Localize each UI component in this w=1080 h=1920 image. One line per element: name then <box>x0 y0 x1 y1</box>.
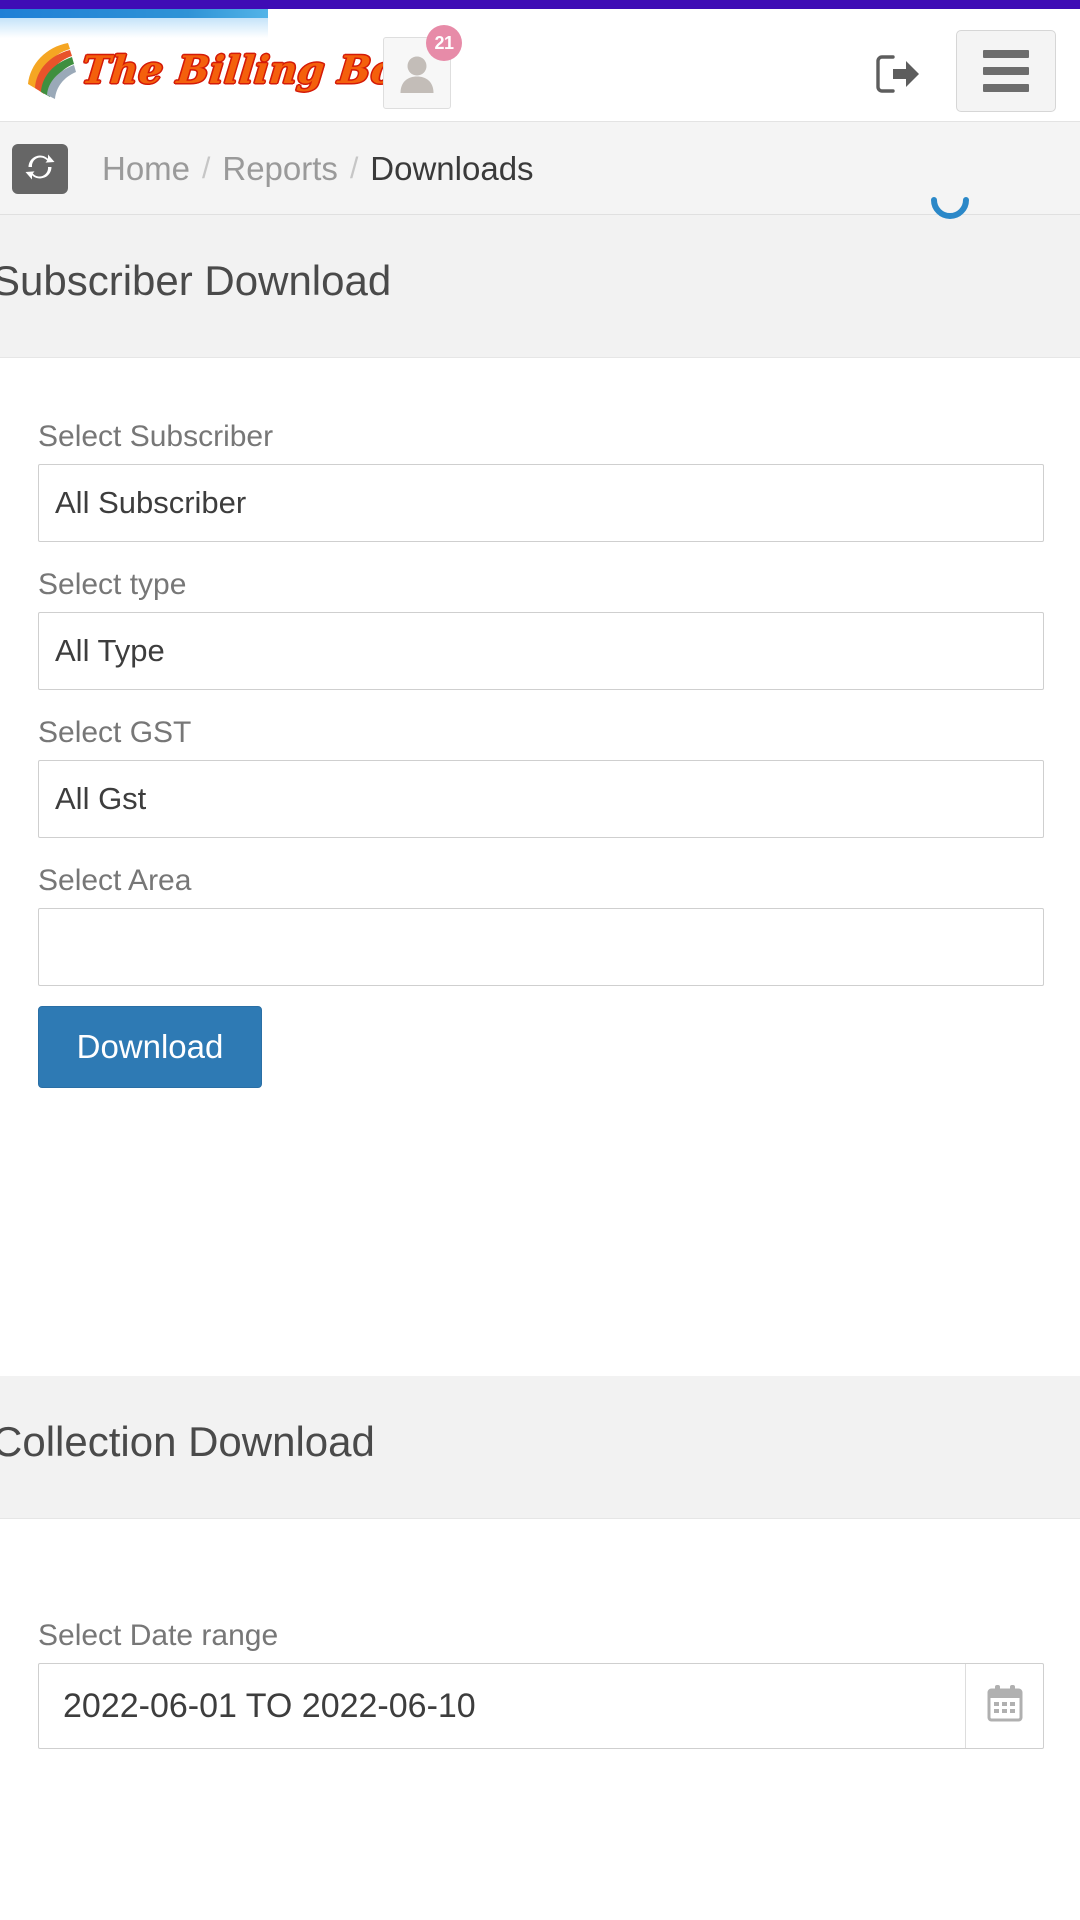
field-label-select-date-range: Select Date range <box>38 1619 279 1652</box>
hamburger-menu-icon <box>983 50 1029 58</box>
top-accent-bar <box>0 0 1080 9</box>
logout-button[interactable] <box>873 51 923 97</box>
hamburger-menu-button[interactable] <box>956 30 1056 112</box>
page-title: Subscriber Download <box>0 257 392 304</box>
breadcrumb: Home / Reports / Downloads <box>102 122 534 215</box>
subscriber-download-header: Subscriber Download <box>0 215 1080 358</box>
field-select-area: Select Area <box>38 864 1044 986</box>
refresh-button[interactable] <box>12 144 68 194</box>
notification-badge: 21 <box>426 25 462 61</box>
refresh-icon <box>23 150 57 189</box>
date-range-value: 2022-06-01 TO 2022-06-10 <box>63 1686 476 1725</box>
subscriber-download-button[interactable]: Download <box>38 1006 262 1088</box>
field-label-select-subscriber: Select Subscriber <box>38 420 274 453</box>
collection-download-header: Collection Download <box>0 1376 1080 1519</box>
field-select-type: Select type All Type <box>38 568 1044 690</box>
breadcrumb-item-reports[interactable]: Reports <box>222 150 338 188</box>
breadcrumb-separator-2: / <box>349 151 359 185</box>
field-select-gst: Select GST All Gst <box>38 716 1044 838</box>
breadcrumb-item-home[interactable]: Home <box>102 150 190 188</box>
page-loading-progress-glow <box>0 18 268 38</box>
calendar-button[interactable] <box>965 1664 1043 1748</box>
field-label-select-type: Select type <box>38 568 187 601</box>
field-select-subscriber: Select Subscriber All Subscriber <box>38 420 1044 542</box>
field-select-date-range: Select Date range 2022-06-01 TO 2022-06-… <box>38 1619 1044 1749</box>
loading-spinner-icon <box>928 182 972 226</box>
breadcrumb-bar: Home / Reports / Downloads <box>0 122 1080 215</box>
calendar-icon <box>985 1683 1025 1730</box>
select-area-input[interactable] <box>38 908 1044 986</box>
select-gst-input[interactable]: All Gst <box>38 760 1044 838</box>
logout-icon <box>873 55 923 100</box>
rainbow-swoosh-icon <box>24 38 80 100</box>
field-label-select-gst: Select GST <box>38 716 192 749</box>
select-type-input[interactable]: All Type <box>38 612 1044 690</box>
app-root: The Billing Book 21 Home / Reports / Dow… <box>0 0 1080 1920</box>
user-avatar-icon <box>394 51 440 97</box>
subscriber-download-panel: Select Subscriber All Subscriber Select … <box>0 358 1080 1376</box>
select-subscriber-input[interactable]: All Subscriber <box>38 464 1044 542</box>
collection-download-title: Collection Download <box>0 1418 375 1465</box>
date-range-input[interactable]: 2022-06-01 TO 2022-06-10 <box>38 1663 1044 1749</box>
hamburger-menu-icon-bar3 <box>983 84 1029 92</box>
collection-download-panel: Select Date range 2022-06-01 TO 2022-06-… <box>0 1519 1080 1920</box>
breadcrumb-separator: / <box>202 151 211 185</box>
avatar[interactable]: 21 <box>383 25 462 109</box>
field-label-select-area: Select Area <box>38 864 192 897</box>
page-loading-progress-bar <box>0 9 268 18</box>
breadcrumb-item-downloads: Downloads <box>370 149 534 187</box>
hamburger-menu-icon-bar2 <box>983 67 1029 75</box>
